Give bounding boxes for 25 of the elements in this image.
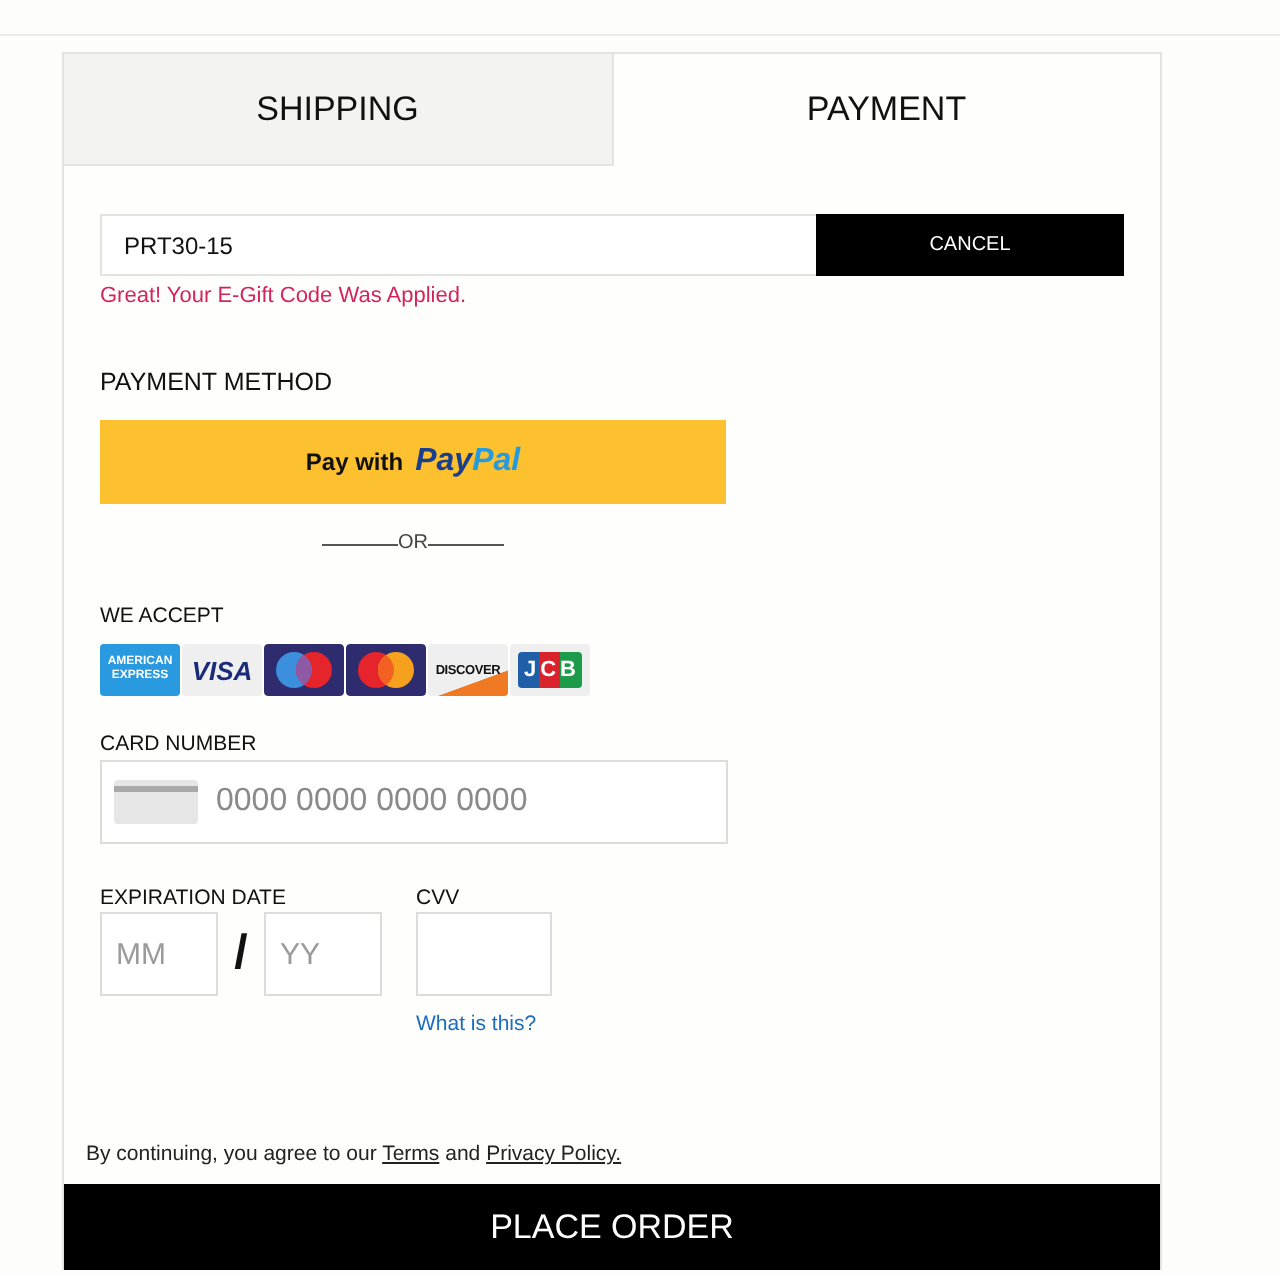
expiration-date-label: EXPIRATION DATE — [100, 884, 286, 912]
gift-code-field[interactable]: PRT30-15 — [100, 214, 816, 276]
credit-card-icon — [114, 780, 198, 824]
cvv-label: CVV — [416, 884, 460, 912]
gift-code-message: Great! Your E-Gift Code Was Applied. — [100, 282, 467, 310]
payment-method-heading: PAYMENT METHOD — [100, 366, 332, 400]
year-field[interactable]: YY — [264, 912, 382, 996]
visa-card-logo: VISA — [182, 644, 262, 696]
paypal-button[interactable]: Pay with PayPal — [100, 420, 726, 504]
what-is-this-link[interactable]: What is this? — [416, 1010, 537, 1038]
or-divider-text: OR — [398, 530, 428, 558]
consent-link[interactable]: Terms — [382, 1142, 440, 1166]
cancel-button[interactable]: CANCEL — [816, 214, 1124, 276]
we-accept-label: WE ACCEPT — [100, 602, 224, 630]
card-number-label: CARD NUMBER — [100, 730, 257, 758]
cvv-field[interactable] — [416, 912, 552, 996]
date-separator: / — [232, 926, 250, 982]
card-number-field[interactable]: 0000 0000 0000 0000 — [100, 760, 728, 844]
month-field[interactable]: MM — [100, 912, 218, 996]
consent-link[interactable]: Privacy Policy. — [486, 1142, 622, 1166]
maestro-card-icon — [264, 644, 344, 696]
consent-text: By continuing, you agree to our Terms and Privacy Policy. — [86, 1140, 622, 1168]
checkout-tab[interactable]: SHIPPING — [64, 54, 613, 166]
place-order-button[interactable]: PLACE ORDER — [64, 1184, 1160, 1270]
mastercard-card-icon — [346, 644, 426, 696]
